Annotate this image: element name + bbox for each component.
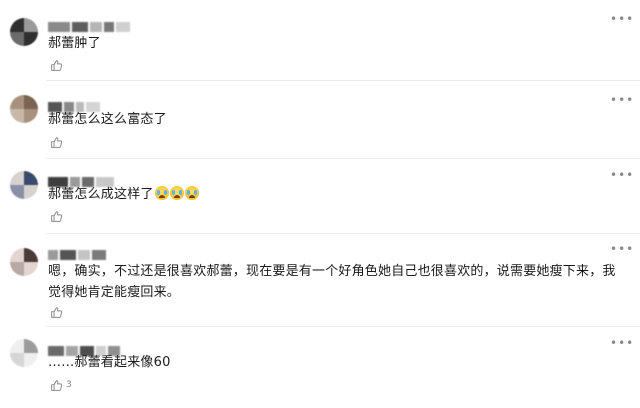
like-button[interactable] bbox=[50, 305, 66, 319]
name-blur-block bbox=[60, 249, 76, 260]
comment-item: ••• ……郝蕾看起来像60 3 bbox=[0, 327, 640, 408]
avatar-blur-block bbox=[10, 262, 24, 276]
crying-laughing-emoji-icon bbox=[154, 186, 169, 200]
name-blur-block bbox=[48, 249, 58, 260]
comment-text: 郝蕾怎么这么富态了 bbox=[48, 112, 167, 127]
more-dots-icon[interactable]: ••• bbox=[610, 93, 633, 107]
avatar-blur-block bbox=[10, 32, 24, 46]
name-blur-block bbox=[48, 21, 70, 32]
comment-text: ……郝蕾看起来像60 bbox=[48, 355, 171, 370]
more-dots-icon[interactable]: ••• bbox=[610, 168, 633, 182]
avatar-blur-block bbox=[24, 353, 38, 367]
thumbs-up-icon bbox=[51, 59, 63, 71]
avatar[interactable] bbox=[10, 171, 38, 199]
avatar[interactable] bbox=[10, 248, 38, 276]
name-blur-block bbox=[104, 21, 114, 32]
comment-text: 郝蕾肿了 bbox=[48, 36, 101, 51]
username-blurred[interactable] bbox=[48, 340, 122, 356]
avatar-blur-block bbox=[10, 109, 24, 123]
thumbs-up-icon bbox=[51, 210, 63, 222]
like-button[interactable] bbox=[50, 58, 66, 72]
more-dots-icon[interactable]: ••• bbox=[610, 12, 633, 26]
avatar-blur-block bbox=[24, 185, 38, 199]
comment-text-row: 郝蕾怎么成这样了 bbox=[48, 184, 624, 205]
crying-laughing-emoji-icon bbox=[169, 186, 184, 200]
crying-laughing-emoji-icon bbox=[184, 186, 199, 200]
avatar-blur-block bbox=[10, 353, 24, 367]
more-dots-icon[interactable]: ••• bbox=[610, 242, 633, 256]
avatar[interactable] bbox=[10, 18, 38, 46]
username-blurred[interactable] bbox=[48, 96, 102, 112]
thumbs-up-icon bbox=[51, 136, 63, 148]
comment-text: 嗯，确实，不过还是很喜欢郝蕾，现在要是有一个好角色她自己也很喜欢的，说需要她瘦下… bbox=[48, 264, 616, 300]
name-blur-block bbox=[78, 249, 90, 260]
avatar[interactable] bbox=[10, 339, 38, 367]
like-count: 3 bbox=[66, 380, 72, 390]
avatar-blur-block bbox=[10, 171, 24, 185]
thumbs-up-icon bbox=[51, 379, 63, 391]
name-blur-block bbox=[116, 21, 130, 32]
name-blur-block bbox=[92, 249, 106, 260]
avatar-blur-block bbox=[24, 248, 38, 262]
like-button[interactable] bbox=[50, 135, 66, 149]
avatar-blur-block bbox=[24, 95, 38, 109]
name-blur-block bbox=[90, 21, 102, 32]
avatar[interactable] bbox=[10, 95, 38, 123]
avatar-blur-block bbox=[10, 185, 24, 199]
avatar-blur-block bbox=[24, 171, 38, 185]
username-blurred[interactable] bbox=[48, 244, 108, 260]
more-dots-icon[interactable]: ••• bbox=[610, 336, 633, 350]
comment-item: ••• 嗯，确实，不过还是很喜欢郝蕾，现在要是有一个好角色她自己也很喜欢的，说需… bbox=[0, 234, 640, 326]
comment-text: 郝蕾怎么成这样了 bbox=[48, 187, 154, 202]
comment-item: ••• 郝蕾怎么成这样了 bbox=[0, 159, 640, 239]
comment-item: ••• 郝蕾肿了 bbox=[0, 0, 640, 80]
avatar-blur-block bbox=[10, 339, 24, 353]
comment-item: ••• 郝蕾怎么这么富态了 bbox=[0, 81, 640, 161]
name-blur-block bbox=[72, 21, 88, 32]
thumbs-up-icon bbox=[51, 306, 63, 318]
avatar-blur-block bbox=[10, 95, 24, 109]
username-blurred[interactable] bbox=[48, 16, 132, 32]
avatar-blur-block bbox=[24, 262, 38, 276]
like-button[interactable] bbox=[50, 209, 66, 223]
like-button[interactable]: 3 bbox=[50, 378, 72, 392]
username-blurred[interactable] bbox=[48, 171, 116, 187]
avatar-blur-block bbox=[10, 248, 24, 262]
avatar-blur-block bbox=[24, 109, 38, 123]
avatar-blur-block bbox=[10, 18, 24, 32]
avatar-blur-block bbox=[24, 32, 38, 46]
avatar-blur-block bbox=[24, 339, 38, 353]
avatar-blur-block bbox=[24, 18, 38, 32]
